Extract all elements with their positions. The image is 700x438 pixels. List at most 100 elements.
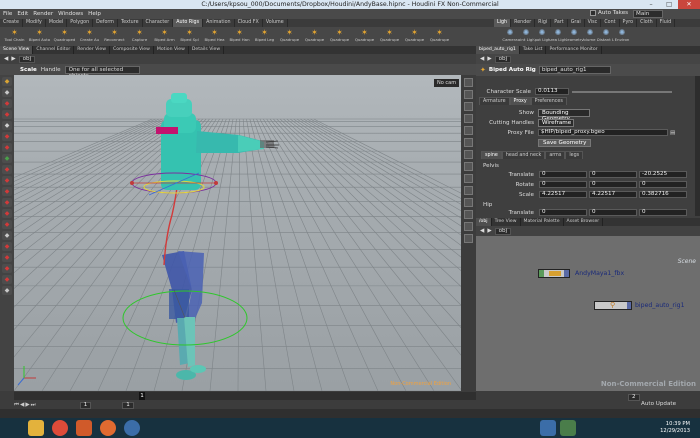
viewer-tool-icon[interactable]: ◆ (2, 176, 12, 185)
display-option-icon[interactable] (464, 162, 473, 171)
shelf-tab-render[interactable]: Render (511, 19, 536, 27)
desktop-select[interactable]: Main (633, 10, 663, 18)
rig-tool-15[interactable]: ✶ Quadrupe (377, 27, 402, 46)
rig-tool-11[interactable]: ✶ Quadrupe (277, 27, 302, 46)
forward-arrow-icon[interactable]: ▶ (487, 228, 491, 234)
viewer-tool-icon[interactable]: ◆ (2, 99, 12, 108)
light-tool-2[interactable]: ✺Spot Light (534, 27, 550, 46)
display-option-icon[interactable] (464, 150, 473, 159)
display-option-icon[interactable] (464, 234, 473, 243)
file-browse-icon[interactable]: ▤ (670, 130, 675, 136)
viewer-tool-icon[interactable]: ◆ (2, 275, 12, 284)
shelf-tab-rigid[interactable]: Rigi (535, 19, 552, 27)
frame-start-field[interactable]: 1 (79, 401, 92, 409)
tab-obj[interactable]: /obj (476, 218, 492, 226)
play-controls[interactable]: ⏮◀▶⏭ (14, 402, 37, 409)
rig-tool-16[interactable]: ✶ Quadrupe (402, 27, 427, 46)
camera-menu[interactable]: No cam (434, 79, 460, 87)
show-select[interactable]: Bounding Geometry (538, 109, 590, 122)
light-tool-5[interactable]: ✺ Volume L (582, 27, 598, 46)
save-geometry-button[interactable]: Save Geometry (538, 139, 592, 147)
viewer-tool-icon[interactable]: ◆ (2, 198, 12, 207)
shelf-tab-pyro[interactable]: Pyro (620, 19, 638, 27)
light-tool-3[interactable]: ✺Area Light (550, 27, 566, 46)
menu-render[interactable]: Render (33, 11, 53, 17)
menu-windows[interactable]: Windows (58, 11, 83, 17)
light-tool-7[interactable]: ✺ Environ (614, 27, 630, 46)
hip-translate-z-field[interactable]: 0 (639, 209, 687, 216)
rig-tool-3[interactable]: ✶ Create Au (77, 27, 102, 46)
display-option-icon[interactable] (464, 90, 473, 99)
tab-asset-browser[interactable]: Asset Browser (564, 218, 604, 226)
rig-tool-4[interactable]: ✶ Reconnect (102, 27, 127, 46)
translate-x-field[interactable]: 0 (539, 171, 587, 178)
chrome-icon[interactable] (52, 420, 68, 436)
viewer-tool-icon[interactable]: ◆ (2, 110, 12, 119)
viewer-tool-icon[interactable]: ◆ (2, 121, 12, 130)
rotate-x-field[interactable]: 0 (539, 181, 587, 188)
tray-icon-2[interactable] (560, 420, 576, 436)
scale-z-field[interactable]: 0.382716 (639, 191, 687, 198)
tab-performance-monitor[interactable]: Performance Monitor (546, 46, 602, 54)
tray-icon[interactable] (540, 420, 556, 436)
rig-tool-10[interactable]: ✶ Biped Leg (252, 27, 277, 46)
playback-field[interactable]: 2 (628, 394, 640, 401)
houdini-icon[interactable] (76, 420, 92, 436)
viewer-tool-icon[interactable]: ◆ (2, 165, 12, 174)
shelf-tab-fluid[interactable]: Fluid (657, 19, 676, 27)
tab-proxy[interactable]: Proxy (509, 97, 531, 105)
forward-arrow-icon[interactable]: ▶ (11, 56, 15, 62)
viewer-tool-icon[interactable]: ◆ (2, 220, 12, 229)
viewer-tool-icon[interactable]: ◆ (2, 242, 12, 251)
shelf-tab-auto-rigs[interactable]: Auto Rigs (173, 19, 204, 27)
viewer-tool-icon[interactable]: ◆ (2, 132, 12, 141)
auto-takes-toggle[interactable]: Auto Takes (590, 10, 633, 16)
tab-details-view[interactable]: Details View (189, 46, 225, 54)
shelf-tab-character[interactable]: Character (143, 19, 174, 27)
proxy-file-field[interactable]: $HIP/biped_proxy.bgeo (538, 129, 668, 136)
tab-composite-view[interactable]: Composite View (110, 46, 154, 54)
timeline-bar[interactable] (14, 392, 476, 400)
display-option-icon[interactable] (464, 222, 473, 231)
display-option-icon[interactable] (464, 210, 473, 219)
display-option-icon[interactable] (464, 138, 473, 147)
translate-y-field[interactable]: 0 (589, 171, 637, 178)
viewer-tool-icon[interactable]: ◆ (2, 209, 12, 218)
tab-motion-view[interactable]: Motion View (154, 46, 189, 54)
shelf-tab-viscous[interactable]: Visc (585, 19, 602, 27)
rig-tool-17[interactable]: ✶ Quadrupe (427, 27, 452, 46)
scale-y-field[interactable]: 4.22517 (589, 191, 637, 198)
rig-tool-9[interactable]: ✶ Biped Han (227, 27, 252, 46)
shelf-tab-container[interactable]: Cont (601, 19, 620, 27)
viewer-tool-icon[interactable]: ◆ (2, 286, 12, 295)
viewer-tool-icon[interactable]: ◆ (2, 88, 12, 97)
timeline-current-frame[interactable]: 1 (139, 392, 145, 400)
shelf-tab-deform[interactable]: Deform (93, 19, 118, 27)
rig-tool-12[interactable]: ✶ Quadrupe (302, 27, 327, 46)
display-option-icon[interactable] (464, 174, 473, 183)
back-arrow-icon[interactable]: ◀ (4, 56, 8, 62)
rotate-y-field[interactable]: 0 (589, 181, 637, 188)
display-option-icon[interactable] (464, 114, 473, 123)
rig-tool-0[interactable]: ✶ Tool Chain (2, 27, 27, 46)
tab-tree-view[interactable]: Tree View (492, 218, 521, 226)
back-arrow-icon[interactable]: ◀ (480, 56, 484, 62)
tab-take-list[interactable]: Take List (520, 46, 547, 54)
cutting-handles-select[interactable]: Wireframe (538, 119, 574, 127)
viewer-tool-icon[interactable]: ◆ (2, 253, 12, 262)
light-tool-6[interactable]: ✺Distant Li (598, 27, 614, 46)
tab-spine[interactable]: spine (481, 151, 502, 159)
parameter-path[interactable]: obj (494, 55, 512, 63)
viewer-tool-icon[interactable]: ◆ (2, 231, 12, 240)
character-scale-slider[interactable] (572, 90, 672, 93)
network-path[interactable]: obj (494, 227, 512, 235)
hip-translate-y-field[interactable]: 0 (589, 209, 637, 216)
tab-head-and-neck[interactable]: head and neck (501, 151, 546, 159)
rig-tool-5[interactable]: ✶ Capture (127, 27, 152, 46)
viewer-tool-icon[interactable]: ◆ (2, 187, 12, 196)
shelf-tab-model[interactable]: Model (46, 19, 68, 27)
shelf-tab-polygon[interactable]: Polygon (67, 19, 94, 27)
rig-tool-13[interactable]: ✶ Quadrupe (327, 27, 352, 46)
display-option-icon[interactable] (464, 126, 473, 135)
tab-armature[interactable]: Armature (479, 97, 510, 105)
